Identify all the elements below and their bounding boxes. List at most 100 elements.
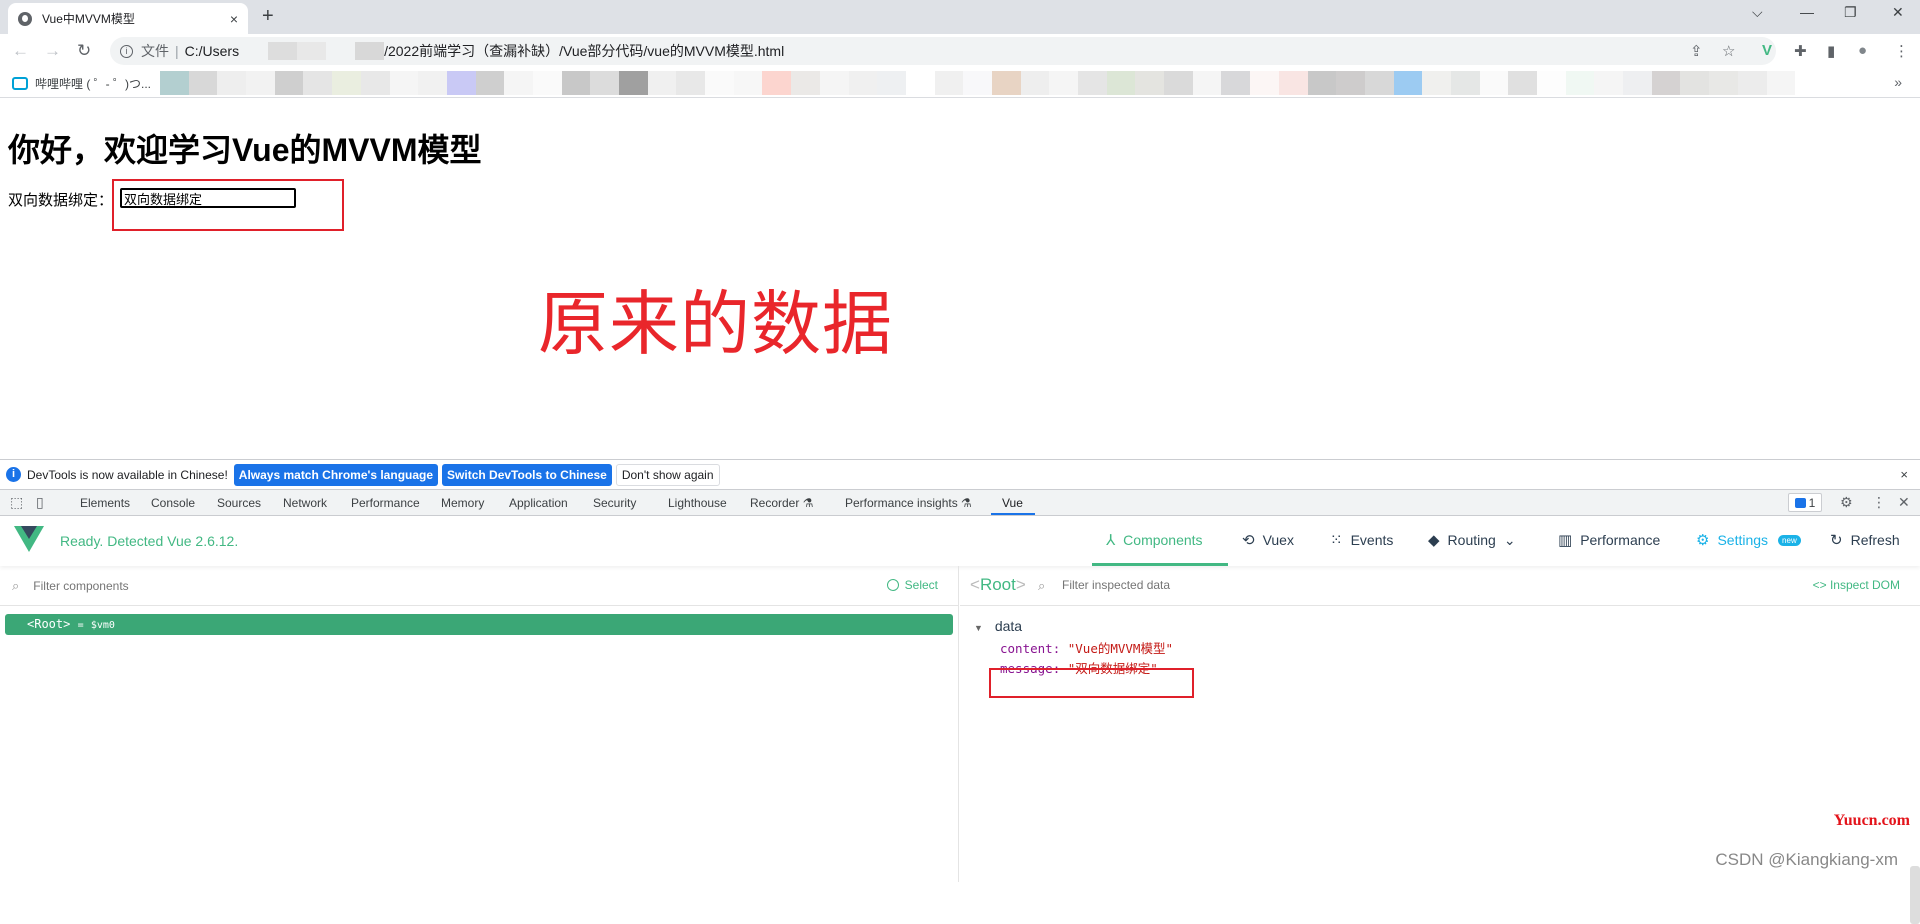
data-prop-content[interactable]: content: "Vue的MVVM模型" xyxy=(1000,638,1173,657)
bilibili-tv-icon xyxy=(12,77,28,90)
reload-button[interactable]: ↻ xyxy=(77,41,91,61)
new-badge: new xyxy=(1778,534,1801,546)
select-component-button[interactable]: Select xyxy=(886,578,938,592)
section-label: data xyxy=(994,618,1023,634)
browser-menu-icon[interactable]: ⋮ xyxy=(1894,42,1909,60)
issues-badge[interactable]: 1 xyxy=(1788,493,1822,512)
tab-network[interactable]: Network xyxy=(283,496,327,510)
switch-to-chinese-button[interactable]: Switch DevTools to Chinese xyxy=(442,463,612,486)
inspector-scrollbar[interactable] xyxy=(1910,866,1920,924)
side-panel-icon[interactable]: ▮ xyxy=(1827,42,1835,60)
tab-lighthouse[interactable]: Lighthouse xyxy=(668,496,727,510)
redacted-bookmark-block xyxy=(1623,71,1652,95)
root-eq: = xyxy=(77,620,84,631)
browser-tab[interactable]: Vue中MVVM模型 × xyxy=(8,3,248,34)
bookmark-star-icon[interactable]: ☆ xyxy=(1722,42,1735,60)
bookmark-bilibili[interactable]: 哔哩哔哩 ( ゜- ゜)つ... xyxy=(12,75,151,92)
dont-show-again-button[interactable]: Don't show again xyxy=(615,463,720,486)
bar-chart-icon: ▥ xyxy=(1558,532,1573,549)
filter-components-bar: ⌕ Select xyxy=(0,566,958,606)
nav-label: Refresh xyxy=(1850,532,1900,548)
info-icon[interactable]: i xyxy=(120,44,133,58)
nav-vuex[interactable]: ⟲ Vuex xyxy=(1242,531,1294,549)
filter-components-input[interactable] xyxy=(33,578,734,593)
filter-inspected-data-input[interactable] xyxy=(1062,578,1562,592)
nav-events[interactable]: ⁙ Events xyxy=(1330,531,1393,549)
tab-console[interactable]: Console xyxy=(151,496,195,510)
redacted-bookmark-block xyxy=(1508,71,1537,95)
infobar-close-icon[interactable]: × xyxy=(1900,467,1908,482)
inspected-component-title: <Root> xyxy=(970,575,1026,595)
device-toolbar-icon[interactable]: ▯ xyxy=(36,494,44,511)
redacted-path xyxy=(239,42,385,60)
tab-recorder[interactable]: Recorder ⚗ xyxy=(750,496,813,510)
inspector-pane: <Root> ⌕ <> Inspect DOM ▼ data content: … xyxy=(960,566,1920,924)
nav-routing[interactable]: ◆ Routing ⌄ xyxy=(1428,531,1516,550)
share-icon[interactable]: ⇪ xyxy=(1690,42,1703,60)
redacted-bookmark-block xyxy=(877,71,906,95)
always-match-language-button[interactable]: Always match Chrome's language xyxy=(233,463,439,486)
tab-application[interactable]: Application xyxy=(509,496,568,510)
page-heading: 你好，欢迎学习Vue的MVVM模型 xyxy=(8,132,482,168)
nav-settings[interactable]: ⚙ Settings new xyxy=(1696,531,1801,549)
redacted-bookmark-block xyxy=(1020,71,1050,95)
devtools-settings-icon[interactable]: ⚙ xyxy=(1840,494,1853,511)
url-prefix: C:/Users xyxy=(184,43,240,59)
tab-search-icon[interactable]: ⌵ xyxy=(1752,4,1763,21)
tab-performance[interactable]: Performance xyxy=(351,496,420,510)
redacted-bookmark-block xyxy=(676,71,706,95)
redacted-bookmark-block xyxy=(791,71,820,95)
redacted-bookmarks xyxy=(160,71,1796,95)
redacted-bookmark-block xyxy=(1651,71,1681,95)
chevron-down-icon: ⌄ xyxy=(1503,531,1516,548)
tab-elements[interactable]: Elements xyxy=(80,496,130,510)
new-tab-button[interactable]: + xyxy=(262,5,274,28)
redacted-bookmark-block xyxy=(1336,71,1365,95)
component-tree-row-root[interactable]: <Root> = $vm0 xyxy=(5,614,953,635)
redacted-bookmark-block xyxy=(246,71,275,95)
tab-sources[interactable]: Sources xyxy=(217,496,261,510)
redacted-bookmark-block xyxy=(1393,71,1423,95)
devtools-panel: i DevTools is now available in Chinese! … xyxy=(0,459,1920,924)
watermark-site: Yuucn.com xyxy=(1833,812,1910,829)
redacted-bookmark-block xyxy=(1450,71,1480,95)
components-icon: ⅄ xyxy=(1106,532,1116,549)
url-suffix: /2022前端学习（查漏补缺）/Vue部分代码/vue的MVVM模型.html xyxy=(384,43,785,59)
vue-devtools-extension-icon[interactable]: V xyxy=(1762,42,1772,59)
nav-refresh[interactable]: ↻ Refresh xyxy=(1830,531,1900,549)
forward-button[interactable]: → xyxy=(44,41,61,61)
tab-vue[interactable]: Vue xyxy=(1002,496,1023,510)
minimize-button[interactable]: — xyxy=(1800,4,1814,20)
redacted-bookmark-block xyxy=(934,71,964,95)
tab-memory[interactable]: Memory xyxy=(441,496,484,510)
redacted-bookmark-block xyxy=(389,71,419,95)
tab-performance-insights[interactable]: Performance insights ⚗ xyxy=(845,496,972,510)
redacted-bookmark-block xyxy=(905,71,935,95)
inspect-element-icon[interactable]: ⬚ xyxy=(10,494,23,511)
redacted-bookmark-block xyxy=(1307,71,1337,95)
window-close-button[interactable]: ✕ xyxy=(1892,4,1904,21)
search-icon: ⌕ xyxy=(1038,578,1046,593)
nav-components[interactable]: ⅄ Components xyxy=(1106,531,1203,549)
tab-close-icon[interactable]: × xyxy=(230,11,238,27)
redacted-bookmark-block xyxy=(733,71,763,95)
restore-button[interactable]: ❐ xyxy=(1844,4,1857,21)
redacted-bookmark-block xyxy=(705,71,734,95)
search-icon: ⌕ xyxy=(12,577,20,593)
devtools-more-icon[interactable]: ⋮ xyxy=(1872,494,1886,511)
redacted-bookmark-block xyxy=(1709,71,1738,95)
address-bar[interactable]: i 文件 | C:/Users /2022前端学习（查漏补缺）/Vue部分代码/… xyxy=(110,37,1776,65)
bookmark-label: 哔哩哔哩 ( ゜- ゜)つ... xyxy=(35,77,151,91)
devtools-close-icon[interactable]: ✕ xyxy=(1898,494,1910,511)
bookmarks-bar: 哔哩哔哩 ( ゜- ゜)つ... » xyxy=(0,68,1920,98)
devtools-tab-bar: ⬚ ▯ Elements Console Sources Network Per… xyxy=(0,490,1920,516)
back-button[interactable]: ← xyxy=(12,41,29,61)
more-bookmarks-icon[interactable]: » xyxy=(1894,74,1902,90)
inspect-dom-button[interactable]: <> Inspect DOM xyxy=(1813,578,1900,592)
tab-security[interactable]: Security xyxy=(593,496,636,510)
profile-avatar-icon[interactable]: ● xyxy=(1858,42,1867,59)
redacted-bookmark-block xyxy=(1422,71,1451,95)
data-section-toggle[interactable]: ▼ data xyxy=(974,618,1022,634)
nav-performance[interactable]: ▥ Performance xyxy=(1558,531,1660,549)
extensions-icon[interactable]: ✚ xyxy=(1794,42,1807,60)
